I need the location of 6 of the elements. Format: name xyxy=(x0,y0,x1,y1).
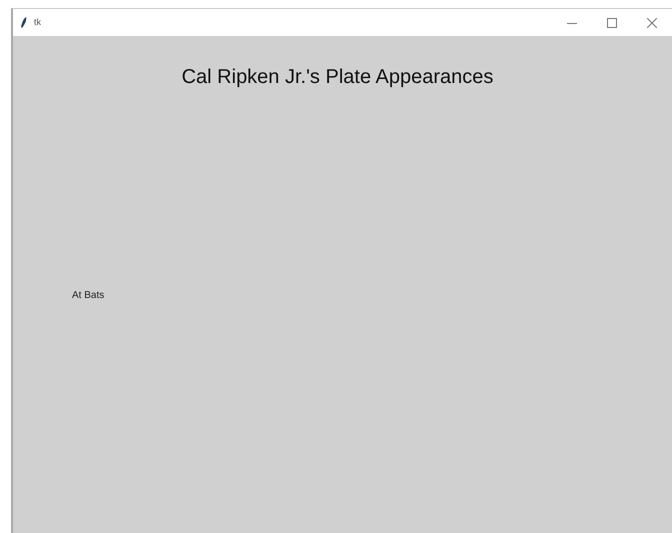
maximize-icon[interactable] xyxy=(607,18,617,28)
window-title: tk xyxy=(34,16,42,29)
feather-icon xyxy=(21,17,27,28)
chart-title: Cal Ripken Jr.'s Plate Appearances xyxy=(182,66,494,88)
axis-label: At Bats xyxy=(72,289,104,303)
close-icon[interactable] xyxy=(647,18,657,28)
